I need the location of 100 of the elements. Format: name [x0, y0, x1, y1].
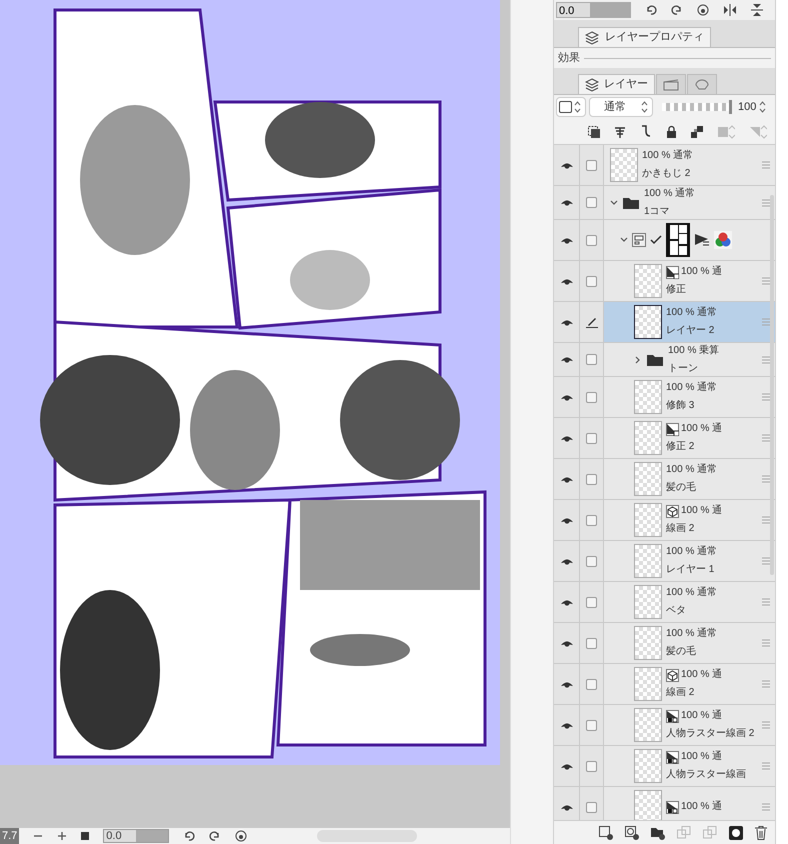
drag-handle-icon[interactable]	[762, 639, 770, 647]
flip-vertical-icon[interactable]	[751, 3, 763, 17]
zoom-in-icon[interactable]	[57, 831, 68, 841]
layer-row[interactable]: 100 % 通常 修飾 3	[604, 377, 775, 417]
checkbox[interactable]	[586, 514, 597, 526]
checkbox[interactable]	[586, 556, 597, 566]
drag-handle-icon[interactable]	[762, 475, 770, 483]
new-vector-layer-icon[interactable]	[625, 826, 639, 840]
chevron-down-icon[interactable]	[620, 236, 628, 244]
eye-icon[interactable]	[560, 198, 574, 207]
rotate-right-icon[interactable]	[671, 4, 683, 16]
eye-icon[interactable]	[560, 318, 574, 326]
checkbox[interactable]	[586, 802, 597, 812]
layer-row[interactable]: 100 % 通常 かきもじ 2	[604, 145, 775, 185]
rotate-left-icon[interactable]	[645, 4, 657, 16]
rotate-right-icon[interactable]	[209, 830, 222, 842]
mask-layer-icon[interactable]	[729, 826, 743, 840]
opacity-slider[interactable]	[662, 97, 732, 117]
rotate-left-icon[interactable]	[183, 830, 196, 842]
drag-handle-icon[interactable]	[762, 680, 770, 688]
eye-icon[interactable]	[560, 276, 574, 286]
layer-row[interactable]: 100 % 通 修正 2	[604, 418, 775, 458]
drag-handle-icon[interactable]	[762, 598, 770, 606]
square-icon[interactable]	[81, 832, 90, 840]
panel-tab[interactable]: レイヤープロパティ	[578, 27, 711, 47]
panel-tab[interactable]	[687, 74, 717, 94]
eye-icon[interactable]	[560, 392, 574, 402]
layer-row[interactable]: 100 % 通 人物ラスター線画 2	[604, 705, 775, 745]
checkbox[interactable]	[586, 474, 597, 484]
drag-handle-icon[interactable]	[762, 161, 770, 169]
stepper-icon[interactable]	[759, 101, 766, 113]
eye-icon[interactable]	[560, 802, 574, 812]
drag-handle-icon[interactable]	[762, 318, 770, 326]
panel-tab[interactable]	[656, 74, 686, 94]
checkbox[interactable]	[586, 596, 597, 608]
eye-icon[interactable]	[560, 434, 574, 442]
drag-handle-icon[interactable]	[762, 393, 770, 401]
eye-icon[interactable]	[560, 556, 574, 566]
drag-handle-icon[interactable]	[762, 557, 770, 565]
drag-handle-icon[interactable]	[762, 762, 770, 770]
opacity-value[interactable]: 100	[738, 98, 756, 116]
layer-row[interactable]: 100 % 乗算 トーン	[604, 343, 775, 376]
eye-icon[interactable]	[560, 516, 574, 524]
checkbox[interactable]	[586, 720, 597, 730]
checkbox[interactable]	[586, 392, 597, 402]
chevron-right-icon[interactable]	[634, 356, 642, 364]
drag-handle-icon[interactable]	[762, 516, 770, 524]
checkbox[interactable]	[586, 760, 597, 772]
panel-tab[interactable]: レイヤー	[578, 74, 655, 94]
pencil-icon[interactable]	[586, 316, 598, 328]
layer-row[interactable]: 100 % 通	[604, 787, 775, 820]
eye-icon[interactable]	[560, 762, 574, 770]
eye-icon[interactable]	[560, 474, 574, 484]
checkbox[interactable]	[586, 678, 597, 690]
layer-row[interactable]: 100 % 通常 髪の毛	[604, 459, 775, 499]
eye-icon[interactable]	[560, 160, 574, 170]
layer-row[interactable]	[604, 220, 775, 260]
drag-handle-icon[interactable]	[762, 356, 770, 364]
flip-horizontal-icon[interactable]	[723, 4, 737, 16]
zoom-value[interactable]: 7.7	[0, 828, 20, 844]
checkbox[interactable]	[586, 234, 597, 246]
lock-icon[interactable]	[666, 125, 677, 138]
new-folder-icon[interactable]	[651, 826, 665, 840]
drag-handle-icon[interactable]	[762, 721, 770, 729]
layer-row[interactable]: 100 % 通常 レイヤー 1	[604, 541, 775, 581]
eye-icon[interactable]	[560, 720, 574, 730]
eye-icon[interactable]	[560, 638, 574, 648]
checkbox[interactable]	[586, 160, 597, 170]
angle-field[interactable]: 0.0	[556, 2, 631, 18]
drag-handle-icon[interactable]	[762, 277, 770, 285]
layer-row[interactable]: 100 % 通常 ベタ	[604, 582, 775, 622]
layer-row[interactable]: 100 % 通常 1コマ	[604, 186, 775, 219]
clip-layer-icon[interactable]	[588, 126, 600, 138]
drag-handle-icon[interactable]	[762, 434, 770, 442]
eye-icon[interactable]	[560, 355, 574, 364]
drag-handle-icon[interactable]	[762, 198, 770, 206]
checkbox[interactable]	[586, 276, 597, 286]
reset-rotation-icon[interactable]	[697, 4, 709, 16]
chevron-down-icon[interactable]	[610, 198, 618, 206]
checkbox[interactable]	[586, 197, 597, 208]
trash-icon[interactable]	[755, 826, 767, 840]
layer-row[interactable]: 100 % 通常 髪の毛	[604, 623, 775, 663]
drag-handle-icon[interactable]	[762, 803, 770, 811]
reset-rotation-icon[interactable]	[235, 830, 248, 842]
new-raster-layer-icon[interactable]	[599, 826, 613, 840]
color-dropdown[interactable]	[556, 97, 586, 117]
layer-row[interactable]: 100 % 通 修正	[604, 261, 775, 301]
eye-icon[interactable]	[560, 680, 574, 688]
angle-field[interactable]: 0.0	[103, 829, 170, 843]
layer-row[interactable]: 100 % 通 人物ラスター線画	[604, 746, 775, 786]
layer-row[interactable]: 100 % 通常 レイヤー 2	[604, 302, 775, 342]
layer-row[interactable]: 100 % 通 線画 2	[604, 500, 775, 540]
blend-mode-dropdown[interactable]: 通常	[589, 97, 653, 117]
checkbox[interactable]	[586, 638, 597, 648]
lock-transparency-icon[interactable]	[691, 126, 703, 138]
slider-thumb[interactable]	[729, 100, 732, 114]
checkbox[interactable]	[586, 354, 597, 365]
layer-row[interactable]: 100 % 通 線画 2	[604, 664, 775, 704]
eye-icon[interactable]	[560, 236, 574, 244]
eye-icon[interactable]	[560, 598, 574, 606]
